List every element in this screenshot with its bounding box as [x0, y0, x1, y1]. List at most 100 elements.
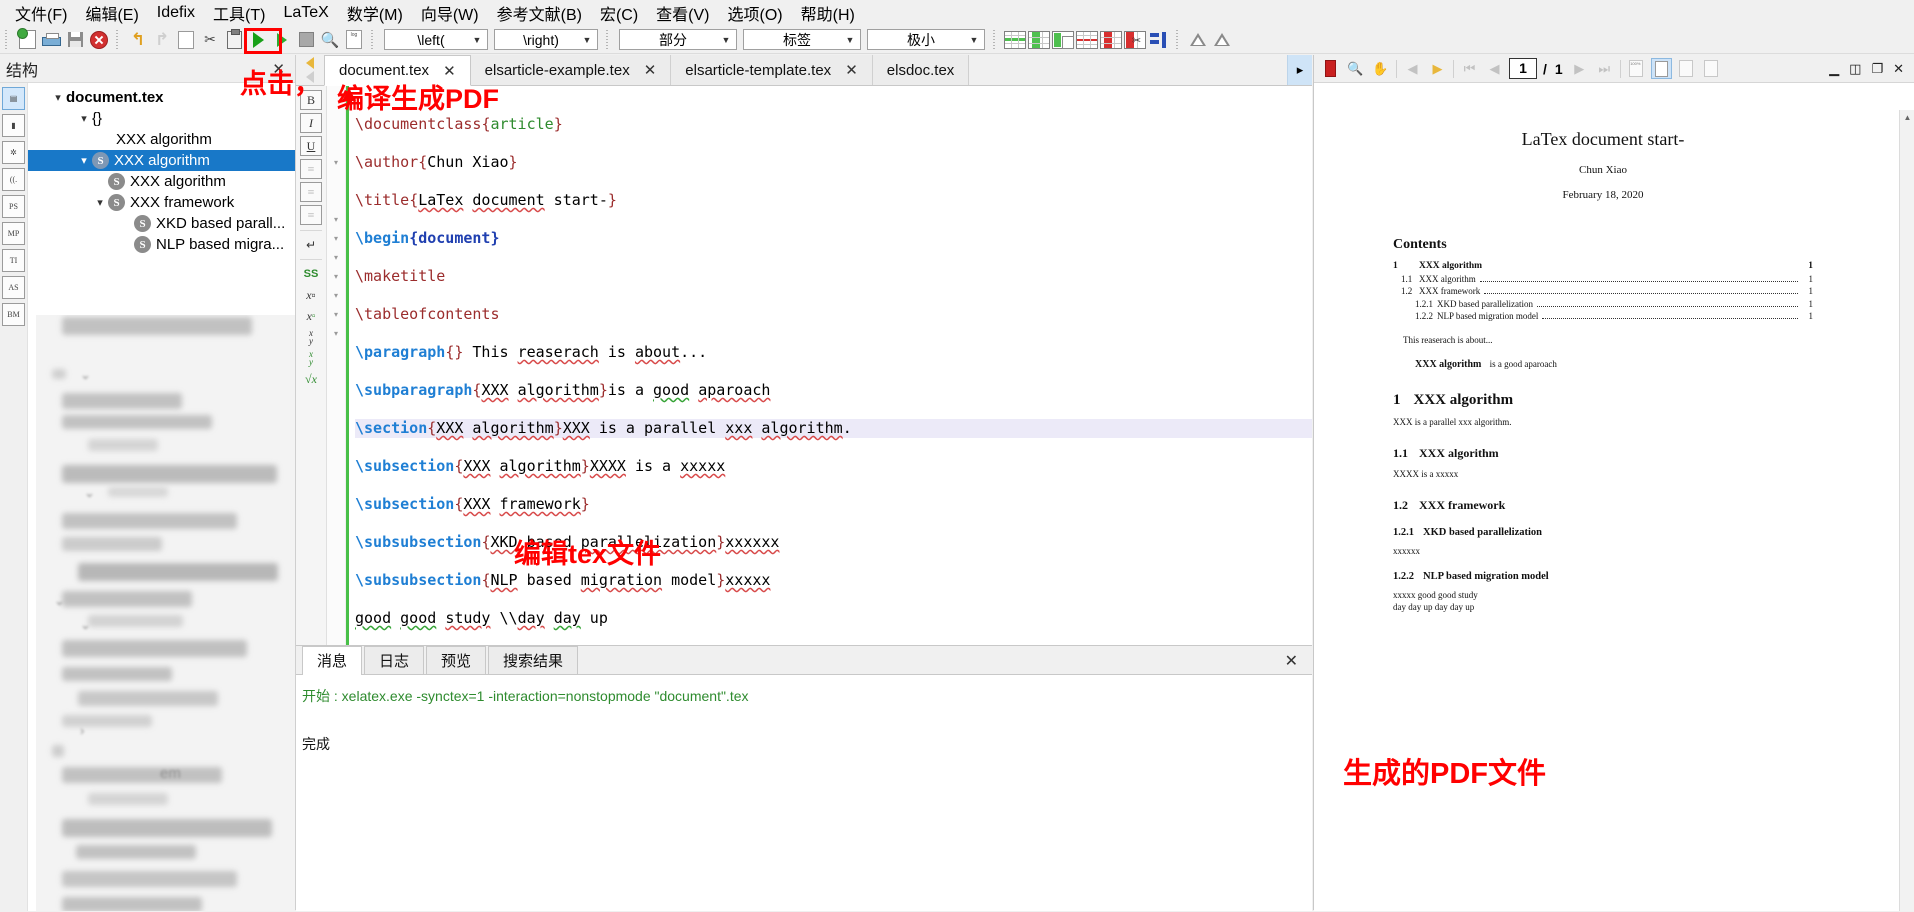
close-document-icon[interactable]: [88, 29, 110, 51]
redo-icon[interactable]: ↱: [151, 29, 173, 51]
tab-close-icon-2[interactable]: ✕: [644, 61, 657, 79]
tab-elsdoc[interactable]: elsdoc.tex: [872, 55, 970, 85]
menu-view[interactable]: 查看(V): [647, 0, 718, 27]
align-center-icon[interactable]: ≡: [300, 182, 322, 202]
menu-macros[interactable]: 宏(C): [591, 0, 647, 27]
menu-tools[interactable]: 工具(T): [204, 0, 274, 27]
fold-marker-3[interactable]: [327, 134, 345, 153]
ss-button[interactable]: SS: [301, 265, 321, 283]
prev-page-icon[interactable]: ◀: [1484, 58, 1505, 79]
subscript-icon[interactable]: x▫: [301, 286, 321, 304]
delete-row-icon[interactable]: [1076, 29, 1098, 51]
menu-idefix[interactable]: Idefix: [148, 2, 204, 24]
tab-close-icon[interactable]: ✕: [443, 62, 456, 80]
save-icon[interactable]: [64, 29, 86, 51]
rail-bm[interactable]: BM: [2, 303, 25, 326]
tab-elsarticle-template[interactable]: elsarticle-template.tex ✕: [671, 55, 873, 85]
menu-edit[interactable]: 编辑(E): [76, 0, 147, 27]
fold-marker-6[interactable]: [327, 191, 345, 210]
tree-item-xxx-algorithm-sub[interactable]: S XXX algorithm: [28, 171, 295, 192]
build-and-view-icon[interactable]: [247, 29, 269, 51]
right-delimiter-combo[interactable]: \right) ▼: [494, 29, 598, 50]
size-combo[interactable]: 极小 ▼: [867, 29, 985, 50]
rail-as[interactable]: AS: [2, 276, 25, 299]
delete-cell-icon[interactable]: ✂: [1124, 29, 1146, 51]
menu-help[interactable]: 帮助(H): [792, 0, 864, 27]
tab-next-icon[interactable]: [306, 71, 314, 83]
scroll-up-icon[interactable]: ▲: [1900, 110, 1914, 125]
page-number-input[interactable]: 1: [1509, 58, 1537, 79]
menu-math[interactable]: 数学(M): [338, 0, 412, 27]
back-arrow-icon[interactable]: ◀: [1402, 58, 1423, 79]
view-log-icon[interactable]: log: [343, 29, 365, 51]
new-document-icon[interactable]: [16, 28, 38, 51]
align-left-icon[interactable]: ≡: [300, 159, 322, 179]
delete-column-icon[interactable]: [1100, 29, 1122, 51]
quick-build-icon[interactable]: [271, 29, 293, 51]
tab-prev-icon[interactable]: [306, 57, 314, 69]
tab-messages[interactable]: 消息: [302, 646, 363, 675]
warning-triangle-icon[interactable]: [1187, 29, 1209, 51]
fit-page-icon[interactable]: [1650, 58, 1672, 79]
undo-icon[interactable]: ↰: [127, 29, 149, 51]
insert-column-icon[interactable]: [1028, 29, 1050, 51]
chevron-down-icon-2[interactable]: ▾: [76, 112, 92, 125]
insert-cell-icon[interactable]: [1052, 29, 1074, 51]
restore-icon[interactable]: ◫: [1849, 61, 1861, 77]
paste-icon[interactable]: [223, 28, 245, 51]
close-icon[interactable]: ✕: [1893, 61, 1904, 77]
tab-nav-buttons[interactable]: [296, 55, 324, 85]
tree-item-document[interactable]: ▾ document.tex: [28, 87, 295, 108]
menu-bibliography[interactable]: 参考文献(B): [488, 0, 591, 27]
pdf-logo-icon[interactable]: [1320, 58, 1341, 79]
chevron-down-icon-3[interactable]: ▾: [76, 154, 92, 167]
pdf-page[interactable]: LaTex document start- Chun Xiao February…: [1314, 83, 1914, 911]
rail-ps[interactable]: PS: [2, 195, 25, 218]
label-combo[interactable]: 标签 ▼: [743, 29, 861, 50]
toolbar-grip-2[interactable]: [115, 29, 122, 50]
underline-button[interactable]: U: [300, 136, 322, 156]
toolbar-grip[interactable]: [4, 29, 11, 50]
tab-scroll-right-icon[interactable]: ▸: [1287, 55, 1312, 85]
fold-marker-10[interactable]: ▾: [327, 267, 345, 286]
toolbar-grip-3[interactable]: [370, 29, 377, 50]
tab-preview[interactable]: 预览: [426, 646, 487, 674]
tree-item-xxx-algorithm-section[interactable]: ▾ S XXX algorithm: [28, 150, 295, 171]
fold-marker-11[interactable]: ▾: [327, 286, 345, 305]
continuous-icon[interactable]: [1701, 58, 1722, 79]
bold-button[interactable]: B: [300, 90, 322, 110]
menu-latex[interactable]: LaTeX: [274, 2, 337, 24]
tree-item-xxx-algorithm-para[interactable]: XXX algorithm: [28, 129, 295, 150]
toolbar-grip-5[interactable]: [992, 29, 999, 50]
tab-close-icon-3[interactable]: ✕: [845, 61, 858, 79]
fold-marker-2[interactable]: [327, 115, 345, 134]
asterisk-icon[interactable]: ✲: [2, 141, 25, 164]
copy-icon[interactable]: [175, 29, 197, 51]
chevron-down-icon[interactable]: ▾: [50, 91, 66, 104]
fold-marker-8[interactable]: ▾: [327, 229, 345, 248]
bracket-icon[interactable]: ((.: [2, 168, 25, 191]
sqrt-icon[interactable]: √x: [301, 370, 321, 388]
rail-ti[interactable]: TI: [2, 249, 25, 272]
last-page-icon[interactable]: ⏭: [1594, 58, 1615, 79]
two-page-icon[interactable]: [1676, 58, 1697, 79]
magnify-icon[interactable]: 🔍: [1345, 58, 1366, 79]
fold-marker-13[interactable]: ▾: [327, 324, 345, 343]
fold-marker-7[interactable]: ▾: [327, 210, 345, 229]
structure-view-icon[interactable]: ▤: [2, 87, 25, 110]
dfrac-icon[interactable]: xy: [301, 349, 321, 367]
menu-file[interactable]: 文件(F): [6, 0, 76, 27]
fraction-icon[interactable]: xy: [301, 328, 321, 346]
tab-elsarticle-example[interactable]: elsarticle-example.tex ✕: [470, 55, 672, 85]
sort-icon[interactable]: [1148, 29, 1170, 51]
next-page-icon[interactable]: ▶: [1569, 58, 1590, 79]
rail-mp[interactable]: MP: [2, 222, 25, 245]
message-panel-close-icon[interactable]: ✕: [1285, 651, 1298, 671]
chevron-down-icon-4[interactable]: ▾: [92, 196, 108, 209]
fold-marker-9[interactable]: ▾: [327, 248, 345, 267]
maximize-icon[interactable]: ❐: [1871, 61, 1883, 77]
hand-tool-icon[interactable]: ✋: [1370, 58, 1391, 79]
view-pdf-icon[interactable]: 🔍: [319, 29, 341, 51]
toolbar-grip-6[interactable]: [1175, 29, 1182, 50]
tab-search-results[interactable]: 搜索结果: [488, 646, 579, 674]
